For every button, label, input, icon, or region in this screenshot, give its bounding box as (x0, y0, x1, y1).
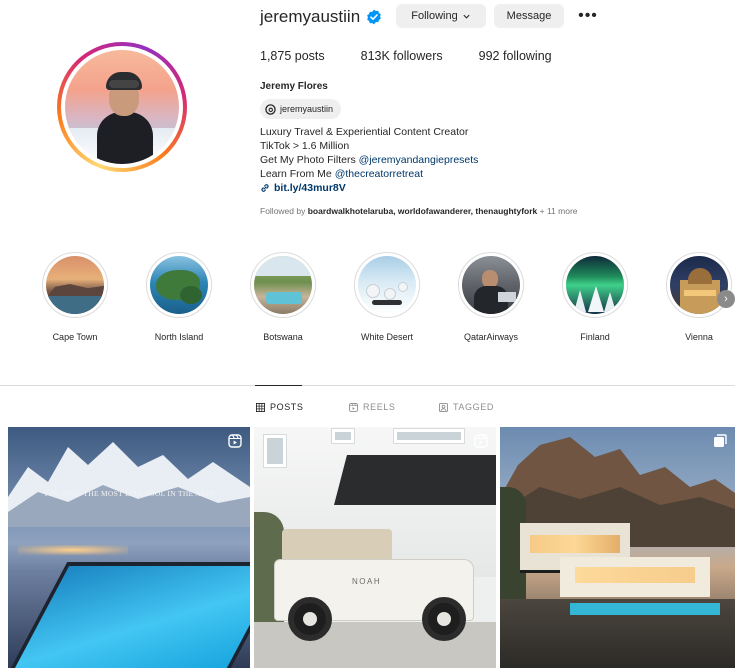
bio-external-link[interactable]: bit.ly/43mur8V (260, 181, 478, 195)
profile-stats: 1,875 posts 813K followers 992 following (260, 49, 588, 63)
highlight-cover (462, 256, 520, 314)
following-count[interactable]: 992 following (479, 49, 552, 63)
highlight-north-island[interactable]: North Island (129, 252, 229, 342)
highlight-cover (46, 256, 104, 314)
post-image-pool (570, 603, 720, 615)
post-image-jeep-canopy (282, 529, 392, 561)
tab-label: REELS (363, 402, 396, 412)
post-image-mountains (8, 442, 250, 527)
highlight-finland[interactable]: Finland (545, 252, 645, 342)
post-image-villa-lights (530, 535, 620, 553)
threads-badge[interactable]: jeremyaustiin (260, 99, 342, 119)
bio-line: Luxury Travel & Experiential Content Cre… (260, 126, 469, 138)
profile-avatar-ring[interactable] (57, 42, 187, 172)
post-image-brand-text: NOAH (352, 577, 382, 586)
tab-label: TAGGED (453, 402, 494, 412)
link-icon (261, 184, 269, 192)
highlight-ring (42, 252, 108, 318)
followers-count[interactable]: 813K followers (361, 49, 443, 63)
threads-handle: jeremyaustiin (280, 104, 334, 114)
tab-tagged[interactable]: TAGGED (439, 402, 494, 412)
story-highlights: Cape Town North Island Botswana White De… (0, 252, 735, 352)
highlight-label: Cape Town (52, 332, 98, 342)
more-options-icon[interactable]: ••• (578, 6, 598, 26)
bio-line: TikTok > 1.6 Million (260, 140, 350, 152)
full-name: Jeremy Flores (260, 81, 328, 92)
multi-photo-icon (714, 434, 727, 447)
bio-line: Get My Photo Filters @jeremyandangiepres… (260, 153, 478, 167)
post-image-villa-lights (575, 567, 695, 583)
highlight-ring (354, 252, 420, 318)
post-image-balcony (394, 429, 464, 443)
bio-link-text: bit.ly/43mur8V (274, 182, 346, 194)
bio-line: Learn From Me @thecreatorretreat (260, 167, 478, 181)
reels-icon (349, 402, 358, 412)
avatar-gap (61, 46, 183, 168)
avatar[interactable] (65, 50, 179, 164)
post-image-village-lights (18, 545, 128, 555)
highlight-label: Botswana (263, 332, 303, 342)
username: jeremyaustiin (260, 7, 361, 26)
highlight-ring (458, 252, 524, 318)
highlights-next-chevron-icon[interactable]: › (717, 290, 735, 308)
highlight-botswana[interactable]: Botswana (233, 252, 333, 342)
following-button[interactable]: Following (396, 4, 486, 28)
tabs-divider (0, 385, 735, 386)
bio-mention-link[interactable]: @jeremyandangiepresets (359, 154, 479, 166)
bio-text: Learn From Me (260, 168, 335, 180)
highlight-ring (666, 252, 732, 318)
highlight-label: White Desert (360, 332, 413, 342)
post-image-wheel (422, 597, 466, 641)
reel-icon (474, 434, 488, 448)
highlight-label: QatarAirways (463, 332, 518, 342)
following-button-label: Following (411, 10, 458, 22)
verified-badge-icon (367, 9, 381, 25)
avatar-jacket (97, 112, 153, 164)
highlight-ring (562, 252, 628, 318)
active-tab-indicator (255, 385, 302, 386)
highlight-cape-town[interactable]: Cape Town (25, 252, 125, 342)
followed-by-suffix: + 11 more (537, 206, 578, 216)
post-image-window (332, 429, 354, 443)
posts-count: 1,875 posts (260, 49, 325, 63)
tab-posts[interactable]: POSTS (256, 402, 304, 412)
bio-text: Get My Photo Filters (260, 154, 359, 166)
bio: Luxury Travel & Experiential Content Cre… (260, 125, 478, 195)
post-tile[interactable]: NOAH (254, 427, 496, 668)
message-button[interactable]: Message (494, 4, 564, 28)
avatar-goggles (109, 80, 139, 88)
highlight-cover (358, 256, 416, 314)
highlight-cover (150, 256, 208, 314)
highlight-ring (250, 252, 316, 318)
highlight-white-desert[interactable]: White Desert (337, 252, 437, 342)
post-tile[interactable]: YOU FIND THE MOST EPIC POOL IN THE ALPS (8, 427, 250, 668)
tagged-icon (439, 402, 448, 412)
post-tile[interactable] (500, 427, 735, 668)
post-image-wheel (288, 597, 332, 641)
followed-by[interactable]: Followed by boardwalkhotelaruba, worldof… (260, 206, 578, 216)
post-image-awning (334, 455, 496, 505)
post-image-pool (8, 562, 250, 668)
chevron-down-icon (463, 14, 470, 19)
tab-reels[interactable]: REELS (349, 402, 396, 412)
post-image-window (264, 435, 286, 467)
highlight-cover (254, 256, 312, 314)
tab-label: POSTS (270, 402, 304, 412)
highlight-cover (566, 256, 624, 314)
bio-mention-link[interactable]: @thecreatorretreat (335, 168, 423, 180)
highlight-ring (146, 252, 212, 318)
followed-by-names: boardwalkhotelaruba, worldofawanderer, t… (307, 206, 538, 216)
grid-icon (256, 402, 265, 412)
username-row: jeremyaustiin (260, 6, 382, 28)
highlight-label: North Island (154, 332, 204, 342)
post-caption-overlay: YOU FIND THE MOST EPIC POOL IN THE ALPS (43, 489, 215, 498)
reel-icon (228, 434, 242, 448)
threads-icon (265, 103, 276, 115)
followed-by-prefix: Followed by (260, 206, 308, 216)
highlight-label: Vienna (685, 332, 713, 342)
highlight-label: Finland (580, 332, 610, 342)
highlight-qatar-airways[interactable]: QatarAirways (441, 252, 541, 342)
